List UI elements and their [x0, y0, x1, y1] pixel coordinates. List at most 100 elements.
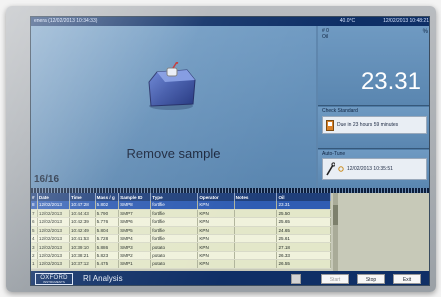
- table-cell: 12/02/2013: [37, 251, 70, 261]
- table-cell: 10:37:12: [69, 259, 96, 269]
- status-dot-icon: [338, 166, 344, 172]
- table-cell: 10:47:28: [69, 201, 96, 210]
- title-bar: enera (12/02/2013 10:34:33) 40.0°C 12/02…: [31, 17, 429, 26]
- table-cell: KPN: [197, 251, 235, 261]
- result-unit: %: [422, 29, 428, 35]
- table-row[interactable]: 2 12/02/2013 10:38:21 5.823 SMP2 potato KPN 26.…: [31, 251, 331, 261]
- col-header[interactable]: Type: [150, 193, 199, 201]
- table-cell: 12/02/2013: [37, 242, 70, 252]
- stop-button[interactable]: Stop: [357, 274, 385, 284]
- table-cell: KPN: [197, 226, 235, 236]
- table-cell: 27.18: [276, 242, 331, 252]
- table-cell: KPN: [197, 259, 235, 269]
- table-cell: 5.728: [95, 234, 120, 244]
- results-table: # Date Time Mass / g Sample ID Type Oper…: [31, 193, 331, 269]
- col-header[interactable]: Sample ID: [118, 193, 152, 201]
- col-header[interactable]: Notes: [234, 193, 278, 201]
- table-cell: SMP2: [118, 251, 152, 261]
- table-cell: 5.804: [95, 226, 120, 236]
- table-cell: [234, 209, 278, 219]
- table-row[interactable]: 5 12/02/2013 10:42:49 5.804 SMP5 fortlfie KPN 2…: [31, 226, 331, 236]
- table-cell: 5.790: [95, 209, 120, 219]
- col-header[interactable]: Mass / g: [95, 193, 120, 201]
- table-cell: 12/02/2013: [37, 217, 70, 227]
- oxford-logo: OXFORD INSTRUMENTS: [35, 273, 73, 285]
- table-cell: 5.886: [95, 242, 120, 252]
- auto-tune-box[interactable]: 12/02/2013 10:35:51: [322, 158, 427, 180]
- table-cell: fortlfie: [150, 217, 199, 227]
- table-row[interactable]: 6 12/02/2013 10:42:39 5.776 SMP6 fortlfie KPN 2…: [31, 217, 331, 227]
- table-cell: KPN: [197, 201, 235, 210]
- app-name: RI Analysis: [83, 274, 123, 283]
- table-cell: KPN: [197, 242, 235, 252]
- results-table-area: # Date Time Mass / g Sample ID Type Oper…: [31, 193, 429, 271]
- table-cell: 24.65: [276, 226, 331, 236]
- table-cell: 5.802: [95, 201, 120, 210]
- table-cell: 10:38:21: [69, 251, 96, 261]
- instruction-text: Remove sample: [126, 146, 221, 161]
- table-cell: 12/02/2013: [37, 234, 70, 244]
- table-cell: SMP5: [118, 226, 152, 236]
- auto-tune-panel: Auto-Tune 12/02/2013 10:35:51: [318, 150, 429, 188]
- check-standard-box[interactable]: Due in 23 hours 59 minutes: [322, 116, 427, 134]
- table-cell: fortlfie: [150, 226, 199, 236]
- table-row[interactable]: 1 12/02/2013 10:37:12 5.475 SMP1 potato KPN 26.…: [31, 259, 331, 269]
- table-cell: [234, 251, 278, 261]
- bottom-bar: OXFORD INSTRUMENTS RI Analysis Start Sto…: [31, 271, 429, 285]
- table-row[interactable]: 7 12/02/2013 10:44:43 5.790 SMP7 fortlfie KPN 2…: [31, 209, 331, 219]
- table-cell: 12/02/2013: [37, 201, 70, 210]
- result-label-2: Oil: [322, 34, 329, 40]
- col-header[interactable]: Operator: [197, 193, 235, 201]
- result-value: 23.31: [360, 68, 421, 95]
- logo-subtext: INSTRUMENTS: [43, 279, 65, 284]
- right-column: # 0 Oil % 23.31 Check Standard Due in 23…: [318, 26, 429, 188]
- result-label: # 0 Oil: [322, 28, 329, 40]
- col-header[interactable]: Time: [69, 193, 96, 201]
- table-cell: KPN: [197, 217, 235, 227]
- start-button[interactable]: Start: [321, 274, 349, 284]
- check-standard-due: Due in 23 hours 59 minutes: [337, 122, 399, 128]
- table-row[interactable]: 3 12/02/2013 10:39:10 5.886 SMP3 potato KPN 27.…: [31, 242, 331, 252]
- table-cell: potato: [150, 259, 199, 269]
- table-cell: KPN: [197, 234, 235, 244]
- table-cell: SMP6: [118, 217, 152, 227]
- table-cell: [234, 234, 278, 244]
- temperature: 40.0°C: [339, 18, 356, 24]
- table-cell: 5.776: [95, 217, 120, 227]
- table-cell: 5.475: [95, 259, 120, 269]
- instrument-icon: [148, 62, 196, 110]
- table-cell: [234, 217, 278, 227]
- table-row[interactable]: 8 12/02/2013 10:47:28 5.802 SMP8 fortlfie KPN 2…: [31, 201, 331, 210]
- table-row[interactable]: 4 12/02/2013 10:41:53 5.728 SMP4 fortlfie KPN 2…: [31, 234, 331, 244]
- table-cell: 10:44:43: [69, 209, 96, 219]
- table-cell: SMP1: [118, 259, 152, 269]
- sample-counter: 16/16: [34, 174, 60, 185]
- exit-button[interactable]: Exit: [393, 274, 421, 284]
- table-cell: 12/02/2013: [37, 209, 70, 219]
- screen: enera (12/02/2013 10:34:33) 40.0°C 12/02…: [30, 16, 430, 286]
- scrollbar-thumb[interactable]: [333, 205, 338, 225]
- table-cell: 25.61: [276, 234, 331, 244]
- col-header[interactable]: Date: [37, 193, 70, 201]
- monitor: enera (12/02/2013 10:34:33) 40.0°C 12/02…: [6, 6, 436, 292]
- table-cell: [234, 242, 278, 252]
- table-cell: 25.50: [276, 209, 331, 219]
- check-standard-title: Check Standard: [322, 108, 358, 114]
- table-cell: KPN: [197, 209, 235, 219]
- table-cell: 25.65: [276, 217, 331, 227]
- table-cell: SMP7: [118, 209, 152, 219]
- table-cell: SMP8: [118, 201, 152, 210]
- col-header[interactable]: Oil: [276, 193, 331, 201]
- table-cell: SMP3: [118, 242, 152, 252]
- wrench-icon: [326, 162, 335, 176]
- table-cell: 26.55: [276, 259, 331, 269]
- result-panel: # 0 Oil % 23.31: [318, 26, 429, 106]
- table-cell: [234, 226, 278, 236]
- table-cell: potato: [150, 251, 199, 261]
- table-cell: fortlfie: [150, 209, 199, 219]
- alert-icon[interactable]: [291, 274, 301, 284]
- auto-tune-title: Auto-Tune: [322, 151, 346, 157]
- table-scrollbar[interactable]: [333, 193, 338, 271]
- clock: 12/02/2013 10:48:21: [383, 18, 429, 24]
- table-cell: 12/02/2013: [37, 259, 70, 269]
